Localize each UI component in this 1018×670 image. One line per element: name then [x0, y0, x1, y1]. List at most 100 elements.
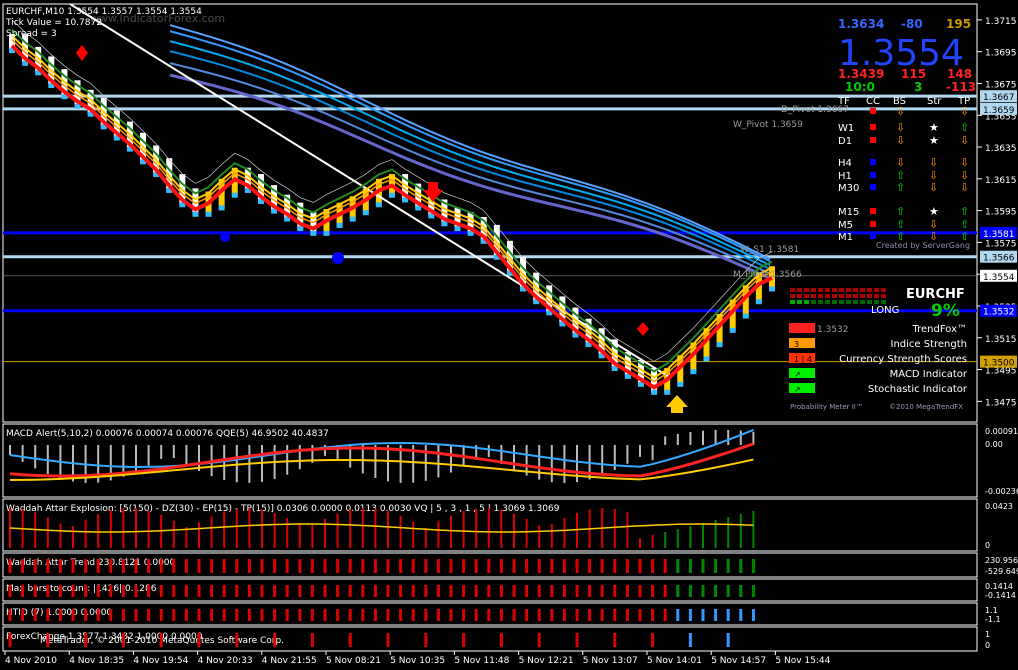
meter-cell [881, 294, 886, 298]
indicator-bar [386, 585, 390, 597]
indicator-bar [147, 585, 151, 597]
indicator-bar [600, 609, 604, 621]
meter-cell [881, 288, 886, 292]
indicator-bar [399, 559, 403, 573]
indicator-bar [121, 559, 125, 573]
indicator-bar [386, 609, 390, 621]
indicator-bar [260, 559, 264, 573]
indicator-bar [499, 633, 503, 647]
indicator-bar [210, 609, 214, 621]
indicator-bar [134, 609, 138, 621]
tf-color-cell [870, 159, 876, 165]
indicator-bar [550, 609, 554, 621]
indicator-bar [462, 559, 466, 573]
meter-cell [874, 300, 879, 304]
info-low-pips: 115 [901, 67, 926, 81]
prob-meter-label: Probability Meter II™ [790, 403, 863, 411]
tf-str-symbol: ⇩ [929, 181, 938, 194]
chart-svg: www.IndicatorForex.com 1.37151.36951.367… [0, 0, 1018, 666]
indicator-bar [751, 585, 755, 597]
trendfox-row-label: MACD Indicator [890, 369, 968, 380]
info-ratio-b: 3 [914, 80, 922, 94]
indicator-bar [512, 609, 516, 621]
tf-str-symbol: ★ [929, 205, 939, 218]
indicator-bar [714, 609, 718, 621]
trendfox-badge-label: ↗ [794, 370, 801, 379]
pivot-label-weekly: W_Pivot 1.3659 [733, 120, 803, 130]
indicator-bar [562, 585, 566, 597]
indicator-bar [613, 585, 617, 597]
indicator-bar [336, 559, 340, 573]
indicator-bar [298, 585, 302, 597]
indicator-bar [676, 609, 680, 621]
meter-cell [832, 294, 837, 298]
indicator-bar [323, 609, 327, 621]
price-bar-base [716, 342, 723, 348]
indicator-bar [625, 585, 629, 597]
indicator-bar [109, 585, 113, 597]
indicator-bar [273, 585, 277, 597]
x-tick-label: 5 Nov 15:44 [775, 656, 830, 666]
x-tick-label: 5 Nov 14:01 [647, 656, 702, 666]
subwindow-scale-bottom: -0.1414 [985, 591, 1016, 600]
y-tick-label: 1.3635 [985, 144, 1017, 154]
indicator-bar [575, 609, 579, 621]
indicator-bar [285, 609, 289, 621]
indicator-bar [399, 585, 403, 597]
tf-color-cell [870, 184, 876, 190]
indicator-bar [600, 559, 604, 573]
y-tick-label: 1.3475 [985, 398, 1017, 408]
y-tick-label: 1.3695 [985, 49, 1017, 59]
tf-column-header: Str [927, 96, 942, 107]
meter-cell [853, 294, 858, 298]
indicator-bar [688, 559, 692, 573]
indicator-bar [8, 585, 12, 597]
indicator-bar [121, 609, 125, 621]
tf-bs-arrow: ⇧ [896, 205, 905, 218]
indicator-bar [121, 585, 125, 597]
symbol-line: EURCHF,M10 1.3554 1.3557 1.3554 1.3554 [6, 7, 202, 17]
indicator-bar [462, 585, 466, 597]
price-bar-base [297, 226, 304, 232]
indicator-bar [84, 585, 88, 597]
meter-cell [839, 288, 844, 292]
indicator-bar [71, 609, 75, 621]
indicator-bar [701, 585, 705, 597]
meter-cell [846, 288, 851, 292]
subwindow-scale-bottom: -1.1 [985, 615, 1001, 624]
meter-cell [804, 300, 809, 304]
indicator-bar [298, 609, 302, 621]
tf-label: M1 [838, 232, 853, 243]
indicator-bar [487, 585, 491, 597]
price-bar-base [703, 356, 710, 362]
indicator-bar [651, 585, 655, 597]
meter-cell [867, 294, 872, 298]
indicator-bar [109, 559, 113, 573]
meter-cell [846, 300, 851, 304]
indicator-bar [411, 559, 415, 573]
meter-cell [797, 300, 802, 304]
price-bar-base [218, 205, 225, 211]
meter-cell [797, 288, 802, 292]
indicator-bar [172, 559, 176, 573]
indicator-bar [222, 609, 226, 621]
meter-cell [860, 294, 865, 298]
indicator-bar [411, 585, 415, 597]
meter-cell [839, 300, 844, 304]
subwindow-scale-bottom: -0.00236 [985, 487, 1018, 496]
indicator-bar [361, 585, 365, 597]
tf-bs-arrow: ⇩ [896, 121, 905, 134]
indicator-bar [399, 609, 403, 621]
indicator-bar [46, 609, 50, 621]
indicator-bar [537, 633, 541, 647]
tf-color-cell [870, 172, 876, 178]
indicator-bar [361, 609, 365, 621]
meter-cell [804, 294, 809, 298]
tf-str-symbol: ⇩ [929, 156, 938, 169]
tf-label: M30 [838, 183, 859, 194]
meter-cell [867, 288, 872, 292]
indicator-bar [184, 559, 188, 573]
price-bar-base [389, 192, 395, 198]
indicator-bar [499, 585, 503, 597]
indicator-bar [449, 585, 453, 597]
